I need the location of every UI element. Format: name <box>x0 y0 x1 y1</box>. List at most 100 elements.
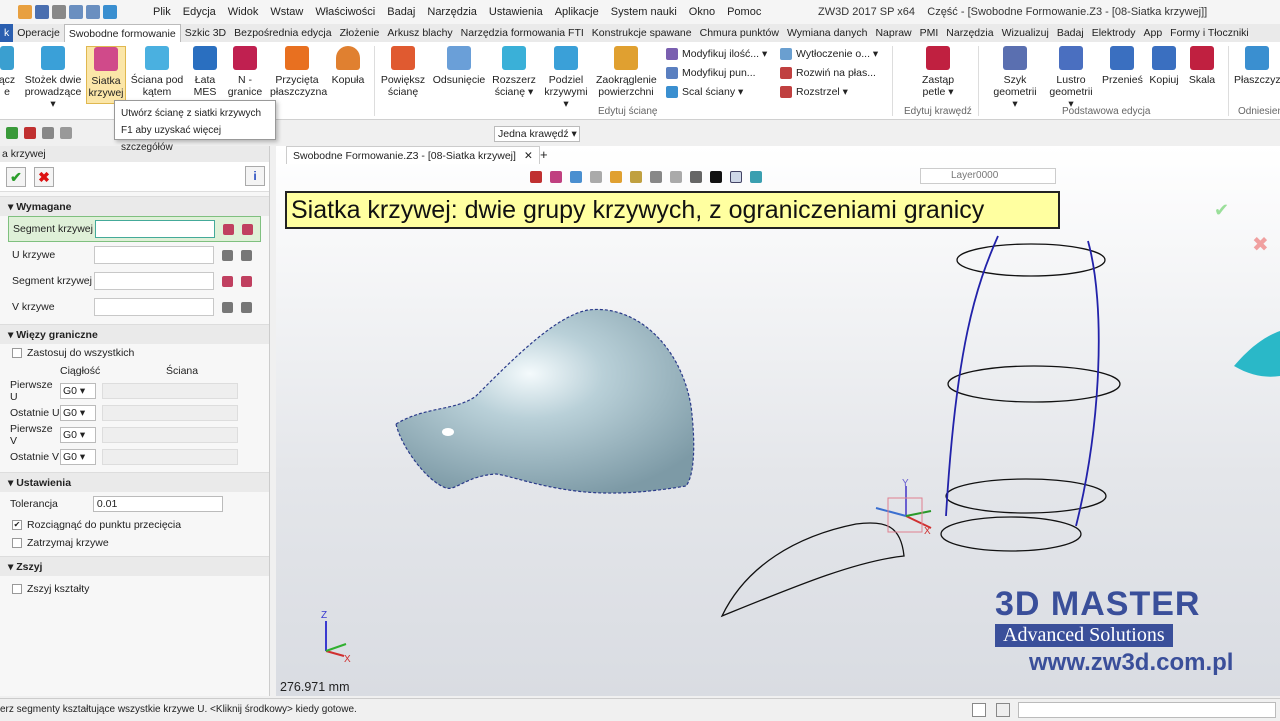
accept-icon[interactable]: ✔ <box>1214 200 1229 221</box>
ribbon-button-pattern[interactable]: Szyk geometrii ▾ <box>990 46 1040 110</box>
first-v-face[interactable] <box>102 427 238 443</box>
ribbon-button-offset[interactable]: Odsunięcie <box>432 46 486 86</box>
extend-checkbox[interactable]: ✔ Rozciągnąć do punktu przecięcia <box>0 516 269 534</box>
emboss-button[interactable]: Wytłoczenie o... ▾ <box>780 48 878 60</box>
explode-button[interactable]: Rozstrzel ▾ <box>780 86 848 98</box>
first-u-continuity[interactable]: G0 ▾ <box>60 383 96 399</box>
tab-repair[interactable]: Napraw <box>871 24 915 42</box>
last-u-face[interactable] <box>102 405 238 421</box>
curve-segment-u-input[interactable] <box>95 220 215 238</box>
last-v-continuity[interactable]: G0 ▾ <box>60 449 96 465</box>
menu-help[interactable]: Pomoc <box>721 6 767 18</box>
import-icon[interactable] <box>222 249 233 261</box>
background-icon[interactable] <box>690 171 702 183</box>
tab-freeform[interactable]: Swobodne formowanie <box>63 24 181 42</box>
zoom-icon[interactable] <box>630 171 642 183</box>
ribbon-button-copy[interactable]: Kopiuj <box>1146 46 1182 86</box>
menu-learning[interactable]: System nauki <box>605 6 683 18</box>
first-v-continuity[interactable]: G0 ▾ <box>60 427 96 443</box>
tab-point-cloud[interactable]: Chmura punktów <box>696 24 783 42</box>
redo-icon[interactable] <box>86 5 100 19</box>
chevron-down-icon[interactable] <box>241 249 252 261</box>
ribbon-button-n-sided[interactable]: N - granice <box>226 46 264 98</box>
tab-visualize[interactable]: Wizualizuj <box>998 24 1053 42</box>
status-icon[interactable] <box>972 703 986 717</box>
layers-icon[interactable] <box>750 171 762 183</box>
section-required[interactable]: ▾ Wymagane <box>0 196 269 216</box>
exit-icon[interactable] <box>530 171 542 183</box>
ribbon-button-fem-patch[interactable]: Łata MES <box>188 46 222 98</box>
status-list-icon[interactable] <box>996 703 1010 717</box>
menu-window[interactable]: Okno <box>683 6 721 18</box>
u-curves-input[interactable] <box>94 246 214 264</box>
ok-button[interactable]: ✔ <box>6 166 26 187</box>
ribbon-button-replace-loops[interactable]: Zastąp petle ▾ <box>914 46 962 98</box>
ribbon-button-surface-fillet[interactable]: Zaokrąglenie powierzchni <box>596 46 657 98</box>
color-black-icon[interactable] <box>710 171 722 183</box>
reject-icon[interactable]: ✖ <box>1252 232 1269 257</box>
ribbon-button-plane[interactable]: Płaszczyz <box>1234 46 1280 86</box>
frame-icon[interactable] <box>730 171 742 183</box>
view-cube-icon[interactable] <box>590 171 602 183</box>
merge-faces-button[interactable]: Scal ściany ▾ <box>666 86 743 98</box>
ribbon-button-move[interactable]: Przenieś <box>1102 46 1143 86</box>
refresh-icon[interactable] <box>60 127 72 139</box>
ribbon-button-split-by-curves[interactable]: Podziel krzywymi ▾ <box>542 46 590 110</box>
print-icon[interactable] <box>52 5 66 19</box>
pick-filter-icon[interactable] <box>550 171 562 183</box>
tab-operations[interactable]: Operacje <box>13 24 64 42</box>
ribbon-button-enlarge-face[interactable]: Powiększ ścianę <box>380 46 426 98</box>
tab-molds[interactable]: Formy i Tłoczniki <box>1166 24 1253 42</box>
display-icon[interactable] <box>610 171 622 183</box>
ribbon-button-scale[interactable]: Skala <box>1186 46 1218 86</box>
info-button[interactable]: i <box>245 166 265 186</box>
section-stitch[interactable]: ▾ Zszyj <box>0 556 269 576</box>
tab-electrodes[interactable]: Elektrody <box>1088 24 1140 42</box>
tab-start[interactable]: k <box>0 24 14 42</box>
tab-weldments[interactable]: Konstrukcje spawane <box>588 24 696 42</box>
undo-icon[interactable] <box>69 5 83 19</box>
tab-app[interactable]: App <box>1139 24 1166 42</box>
command-input[interactable] <box>1018 702 1276 718</box>
tab-sheet-metal[interactable]: Arkusz blachy <box>383 24 456 42</box>
tab-data-exchange[interactable]: Wymiana danych <box>783 24 871 42</box>
modify-points-button[interactable]: Modyfikuj pun... <box>666 67 756 79</box>
add-tab-button[interactable]: + <box>540 147 548 162</box>
curve-segment-v-input[interactable] <box>94 272 214 290</box>
options-icon[interactable] <box>103 5 117 19</box>
menu-tools[interactable]: Narzędzia <box>421 6 483 18</box>
tab-pmi[interactable]: PMI <box>916 24 943 42</box>
menu-file[interactable]: Plik <box>147 6 177 18</box>
menu-properties[interactable]: Właściwości <box>309 6 381 18</box>
ribbon-button-two-rail-loft[interactable]: Stożek dwie prowadzące ▾ <box>22 46 84 110</box>
import-icon[interactable] <box>222 301 233 313</box>
apply-all-checkbox[interactable]: Zastosuj do wszystkich <box>0 344 269 362</box>
filter-icon[interactable] <box>42 127 54 139</box>
tab-sketch3d[interactable]: Szkic 3D <box>181 24 230 42</box>
chevron-down-icon[interactable] <box>241 301 252 313</box>
ribbon-button-angled-face[interactable]: Ściana pod kątem <box>130 46 184 98</box>
section-icon[interactable] <box>650 171 662 183</box>
tolerance-input[interactable]: 0.01 <box>92 496 223 512</box>
menu-edit[interactable]: Edycja <box>177 6 222 18</box>
pick-point-icon[interactable] <box>241 275 252 287</box>
menu-apps[interactable]: Aplikacje <box>549 6 605 18</box>
tab-inspect[interactable]: Badaj <box>1053 24 1088 42</box>
first-u-face[interactable] <box>102 383 238 399</box>
ribbon-button-mirror[interactable]: Lustro geometrii ▾ <box>1046 46 1096 110</box>
cancel-button[interactable]: ✖ <box>34 166 54 187</box>
menu-inspect[interactable]: Badaj <box>381 6 421 18</box>
stitch-shapes-checkbox[interactable]: Zszyj kształty <box>0 580 269 598</box>
pick-icon[interactable] <box>223 223 234 235</box>
render-icon[interactable] <box>570 171 582 183</box>
save-icon[interactable] <box>35 5 49 19</box>
menu-insert[interactable]: Wstaw <box>264 6 309 18</box>
new-icon[interactable] <box>18 5 32 19</box>
pick-point-icon[interactable] <box>242 223 253 235</box>
ribbon-button-extend-face[interactable]: Rozszerz ścianę ▾ <box>492 46 536 98</box>
tab-direct-edit[interactable]: Bezpośrednia edycja <box>230 24 335 42</box>
add-icon[interactable] <box>6 127 18 139</box>
modify-count-button[interactable]: Modyfikuj ilość... ▾ <box>666 48 767 60</box>
grid-icon[interactable] <box>670 171 682 183</box>
section-settings[interactable]: ▾ Ustawienia <box>0 472 269 492</box>
